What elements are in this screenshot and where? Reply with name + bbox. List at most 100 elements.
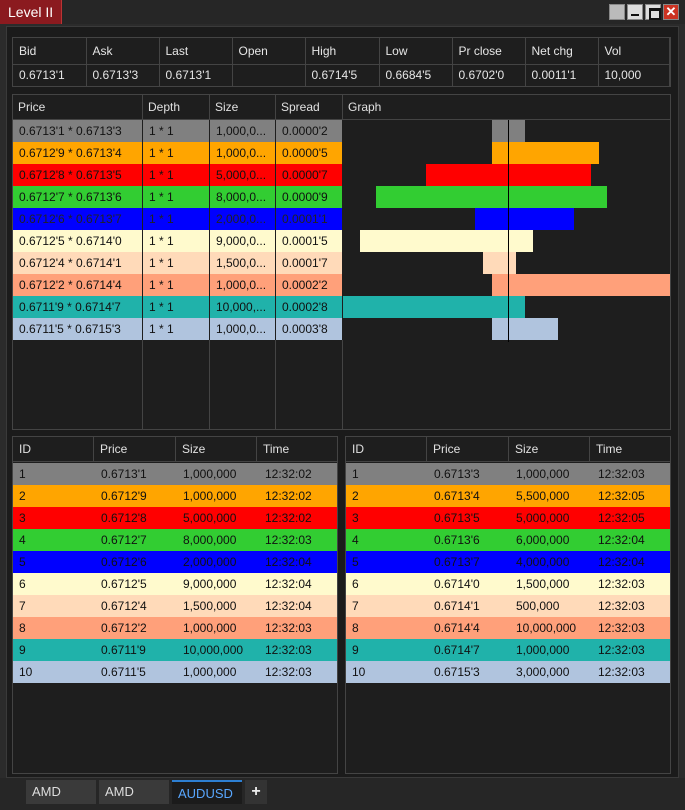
order-time-cell: 12:32:03 xyxy=(598,577,645,591)
order-id-cell: 4 xyxy=(352,533,359,547)
depth-spread-cell: 0.0003'8 xyxy=(276,318,343,340)
bid-orders-table[interactable]: ID Price Size Time 1 0.6713'1 1,000,000 12:… xyxy=(12,436,338,774)
depth-size-cell: 2,000,0... xyxy=(210,208,276,230)
depth-row[interactable]: 0.6713'1 * 0.6713'3 1 * 1 1,000,0... 0.0000… xyxy=(13,120,343,142)
depth-graph-bar xyxy=(343,296,525,318)
tab-audusd[interactable]: AUDUSD xyxy=(172,780,242,804)
order-row[interactable]: 10 0.6715'3 3,000,000 12:32:03 xyxy=(346,661,670,683)
ask-price-header[interactable]: Price xyxy=(427,437,509,462)
order-row[interactable]: 6 0.6714'0 1,500,000 12:32:03 xyxy=(346,573,670,595)
window-title: Level II xyxy=(0,0,63,24)
depth-row[interactable]: 0.6712'6 * 0.6713'7 1 * 1 2,000,0... 0.0001… xyxy=(13,208,343,230)
order-id-cell: 9 xyxy=(19,643,26,657)
order-size-cell: 500,000 xyxy=(516,599,560,613)
summary-header-row: Bid Ask Last Open High Low Pr close Net … xyxy=(13,38,670,65)
depth-row[interactable]: 0.6712'8 * 0.6713'5 1 * 1 5,000,0... 0.0000… xyxy=(13,164,343,186)
depth-depth-header[interactable]: Depth xyxy=(143,95,210,120)
tab-amd[interactable]: AMD xyxy=(99,780,169,804)
order-row[interactable]: 10 0.6711'5 1,000,000 12:32:03 xyxy=(13,661,337,683)
depth-row[interactable]: 0.6712'2 * 0.6714'4 1 * 1 1,000,0... 0.0002… xyxy=(13,274,343,296)
depth-row[interactable]: 0.6712'5 * 0.6714'0 1 * 1 9,000,0... 0.0001… xyxy=(13,230,343,252)
order-row[interactable]: 1 0.6713'3 1,000,000 12:32:03 xyxy=(346,463,670,485)
order-price-cell: 0.6712'2 xyxy=(101,621,147,635)
order-time-cell: 12:32:03 xyxy=(598,621,645,635)
order-size-cell: 6,000,000 xyxy=(516,533,570,547)
depth-row[interactable]: 0.6712'4 * 0.6714'1 1 * 1 1,500,0... 0.0001… xyxy=(13,252,343,274)
bid-size-header[interactable]: Size xyxy=(176,437,257,462)
order-time-cell: 12:32:04 xyxy=(598,533,645,547)
order-row[interactable]: 2 0.6713'4 5,500,000 12:32:05 xyxy=(346,485,670,507)
order-row[interactable]: 8 0.6712'2 1,000,000 12:32:03 xyxy=(13,617,337,639)
symbol-tab-bar: AMD AMD AUDUSD + xyxy=(0,778,685,810)
order-size-cell: 5,000,000 xyxy=(516,511,570,525)
ask-time-header[interactable]: Time xyxy=(590,437,670,462)
order-size-cell: 2,000,000 xyxy=(183,555,237,569)
order-row[interactable]: 9 0.6714'7 1,000,000 12:32:03 xyxy=(346,639,670,661)
ask-size-header[interactable]: Size xyxy=(509,437,590,462)
depth-table[interactable]: Price Depth Size Spread Graph 0.6713'1 *… xyxy=(12,94,671,430)
order-size-cell: 1,000,000 xyxy=(183,665,237,679)
close-icon[interactable]: ✕ xyxy=(663,4,679,20)
depth-spread-header[interactable]: Spread xyxy=(276,95,343,120)
order-row[interactable]: 7 0.6712'4 1,500,000 12:32:04 xyxy=(13,595,337,617)
depth-price-cell: 0.6712'5 * 0.6714'0 xyxy=(13,230,143,252)
quote-summary: Bid Ask Last Open High Low Pr close Net … xyxy=(12,37,671,87)
order-row[interactable]: 5 0.6713'7 4,000,000 12:32:04 xyxy=(346,551,670,573)
order-id-cell: 2 xyxy=(352,489,359,503)
blank-window-button[interactable] xyxy=(609,4,625,20)
order-row[interactable]: 2 0.6712'9 1,000,000 12:32:02 xyxy=(13,485,337,507)
depth-price-cell: 0.6713'1 * 0.6713'3 xyxy=(13,120,143,142)
depth-spread-cell: 0.0001'1 xyxy=(276,208,343,230)
depth-row[interactable]: 0.6711'9 * 0.6714'7 1 * 1 10,000,... 0.0002… xyxy=(13,296,343,318)
ask-orders-header: ID Price Size Time xyxy=(346,437,670,462)
depth-depth-cell: 1 * 1 xyxy=(143,318,210,340)
bid-id-header[interactable]: ID xyxy=(13,437,94,462)
ask-orders-table[interactable]: ID Price Size Time 1 0.6713'3 1,000,000 12:… xyxy=(345,436,671,774)
order-row[interactable]: 1 0.6713'1 1,000,000 12:32:02 xyxy=(13,463,337,485)
order-row[interactable]: 3 0.6712'8 5,000,000 12:32:02 xyxy=(13,507,337,529)
net-chg-header: Net chg xyxy=(525,38,599,65)
depth-price-cell: 0.6712'7 * 0.6713'6 xyxy=(13,186,143,208)
depth-price-header[interactable]: Price xyxy=(13,95,143,120)
depth-spread-cell: 0.0000'7 xyxy=(276,164,343,186)
bid-price-header[interactable]: Price xyxy=(94,437,176,462)
tab-amd[interactable]: AMD xyxy=(26,780,96,804)
order-row[interactable]: 4 0.6712'7 8,000,000 12:32:03 xyxy=(13,529,337,551)
order-time-cell: 12:32:04 xyxy=(265,599,312,613)
depth-price-cell: 0.6712'4 * 0.6714'1 xyxy=(13,252,143,274)
open-value xyxy=(232,64,306,86)
order-row[interactable]: 7 0.6714'1 500,000 12:32:03 xyxy=(346,595,670,617)
order-size-cell: 10,000,000 xyxy=(516,621,577,635)
depth-graph-bar xyxy=(475,208,574,230)
depth-row[interactable]: 0.6712'9 * 0.6713'4 1 * 1 1,000,0... 0.0000… xyxy=(13,142,343,164)
depth-row[interactable]: 0.6711'5 * 0.6715'3 1 * 1 1,000,0... 0.0003… xyxy=(13,318,343,340)
maximize-icon[interactable] xyxy=(645,4,661,20)
order-price-cell: 0.6715'3 xyxy=(434,665,480,679)
bid-time-header[interactable]: Time xyxy=(257,437,337,462)
depth-size-cell: 9,000,0... xyxy=(210,230,276,252)
order-row[interactable]: 9 0.6711'9 10,000,000 12:32:03 xyxy=(13,639,337,661)
order-price-cell: 0.6713'4 xyxy=(434,489,480,503)
depth-size-header[interactable]: Size xyxy=(210,95,276,120)
order-price-cell: 0.6713'5 xyxy=(434,511,480,525)
add-tab-button[interactable]: + xyxy=(245,780,267,804)
order-row[interactable]: 4 0.6713'6 6,000,000 12:32:04 xyxy=(346,529,670,551)
depth-row[interactable]: 0.6712'7 * 0.6713'6 1 * 1 8,000,0... 0.0000… xyxy=(13,186,343,208)
order-price-cell: 0.6714'7 xyxy=(434,643,480,657)
order-row[interactable]: 3 0.6713'5 5,000,000 12:32:05 xyxy=(346,507,670,529)
order-row[interactable]: 8 0.6714'4 10,000,000 12:32:03 xyxy=(346,617,670,639)
last-header: Last xyxy=(159,38,233,65)
depth-depth-cell: 1 * 1 xyxy=(143,164,210,186)
bid-orders-header: ID Price Size Time xyxy=(13,437,337,462)
order-id-cell: 4 xyxy=(19,533,26,547)
depth-graph-header[interactable]: Graph xyxy=(343,95,670,120)
order-time-cell: 12:32:03 xyxy=(598,665,645,679)
order-size-cell: 10,000,000 xyxy=(183,643,244,657)
order-id-cell: 8 xyxy=(19,621,26,635)
order-time-cell: 12:32:03 xyxy=(598,643,645,657)
minimize-icon[interactable] xyxy=(627,4,643,20)
order-row[interactable]: 5 0.6712'6 2,000,000 12:32:04 xyxy=(13,551,337,573)
order-row[interactable]: 6 0.6712'5 9,000,000 12:32:04 xyxy=(13,573,337,595)
bid-header: Bid xyxy=(13,38,87,65)
ask-id-header[interactable]: ID xyxy=(346,437,427,462)
